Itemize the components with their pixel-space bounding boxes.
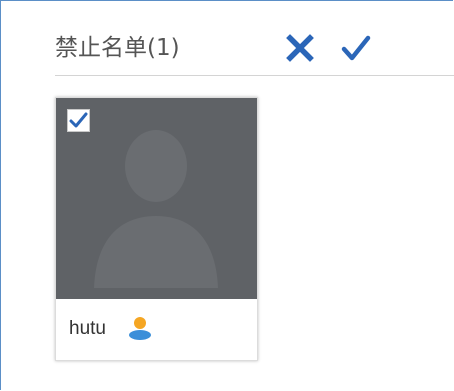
- card-footer: hutu: [56, 299, 257, 360]
- select-checkbox[interactable]: [67, 109, 90, 132]
- panel-frame: 禁止名单(1) hutu: [0, 0, 454, 390]
- page-title: 禁止名单(1): [55, 35, 180, 61]
- username-label: hutu: [69, 318, 106, 339]
- cancel-button[interactable]: [285, 33, 315, 63]
- avatar: [56, 98, 257, 299]
- check-icon: [69, 112, 88, 128]
- user-icon: [129, 317, 151, 340]
- panel-header: 禁止名单(1): [55, 31, 454, 76]
- member-card[interactable]: hutu: [55, 97, 258, 361]
- close-icon: [286, 34, 314, 62]
- confirm-button[interactable]: [341, 33, 371, 63]
- check-icon: [341, 35, 371, 61]
